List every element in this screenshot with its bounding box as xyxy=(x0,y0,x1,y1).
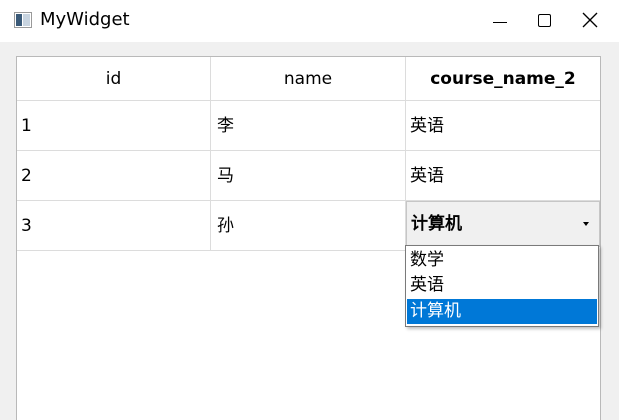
table-cell-id[interactable]: 1 xyxy=(17,101,211,151)
title-bar[interactable]: MyWidget xyxy=(0,0,619,42)
dropdown-option[interactable]: 数学 xyxy=(407,248,597,273)
app-window-icon xyxy=(14,12,32,28)
table-cell-course[interactable]: 英语 xyxy=(406,151,600,201)
combo-dropdown-list[interactable]: 数学 英语 计算机 xyxy=(405,245,599,327)
minimize-button[interactable] xyxy=(477,0,523,42)
table-cell-name[interactable]: 李 xyxy=(211,101,406,151)
chevron-down-icon[interactable] xyxy=(583,222,589,226)
dropdown-option-selected[interactable]: 计算机 xyxy=(407,299,597,324)
close-icon xyxy=(582,12,598,28)
close-button[interactable] xyxy=(567,0,613,42)
maximize-icon xyxy=(538,14,551,27)
table-cell-name[interactable]: 孙 xyxy=(211,201,406,251)
column-header-course[interactable]: course_name_2 xyxy=(406,57,600,101)
table-cell-course[interactable]: 英语 xyxy=(406,101,600,151)
maximize-button[interactable] xyxy=(522,0,568,42)
column-header-name[interactable]: name xyxy=(211,57,406,101)
window-title: MyWidget xyxy=(40,9,130,30)
table-cell-id[interactable]: 3 xyxy=(17,201,211,251)
table-view[interactable]: id name course_name_2 1 李 英语 2 马 英语 3 孙 … xyxy=(16,56,601,420)
course-combo-box[interactable]: 计算机 xyxy=(406,201,600,247)
column-header-id[interactable]: id xyxy=(17,57,211,101)
table-cell-name[interactable]: 马 xyxy=(211,151,406,201)
table-cell-id[interactable]: 2 xyxy=(17,151,211,201)
minimize-icon xyxy=(493,22,507,23)
main-window: MyWidget id name course_name_2 1 李 英语 2 … xyxy=(0,0,619,420)
combo-current-value: 计算机 xyxy=(411,214,462,234)
dropdown-option[interactable]: 英语 xyxy=(407,273,597,298)
